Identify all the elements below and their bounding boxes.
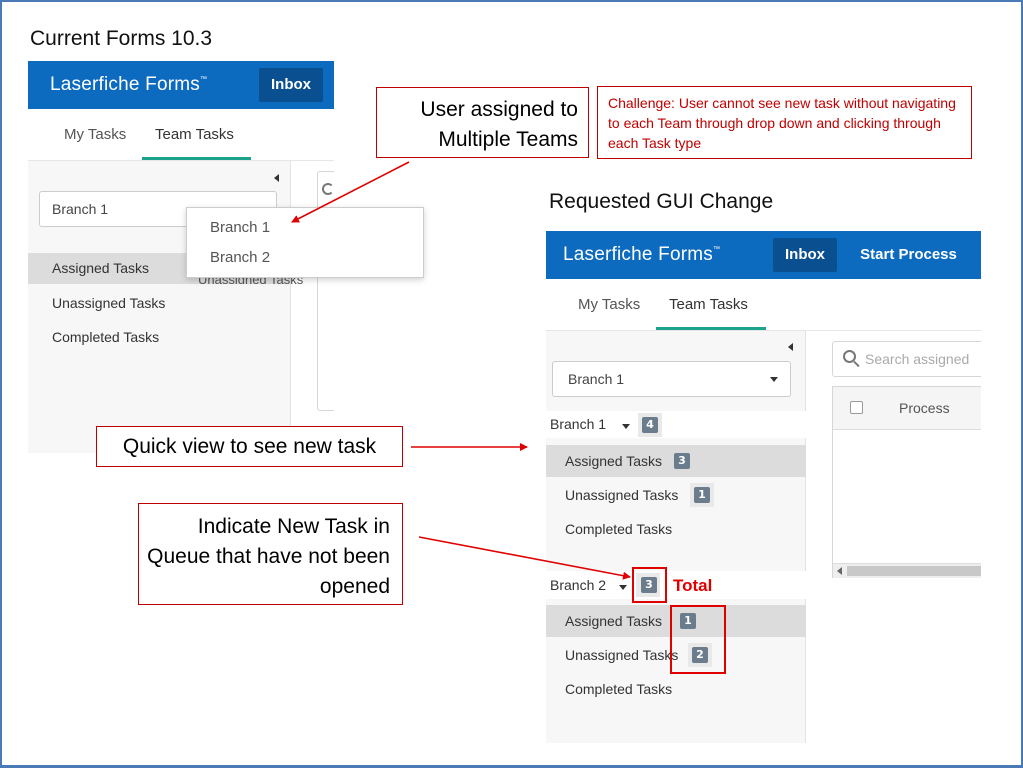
arrow-to-dropdown [291, 161, 410, 223]
arrow-to-total-badge [418, 536, 631, 580]
annotation-arrows [291, 161, 631, 580]
